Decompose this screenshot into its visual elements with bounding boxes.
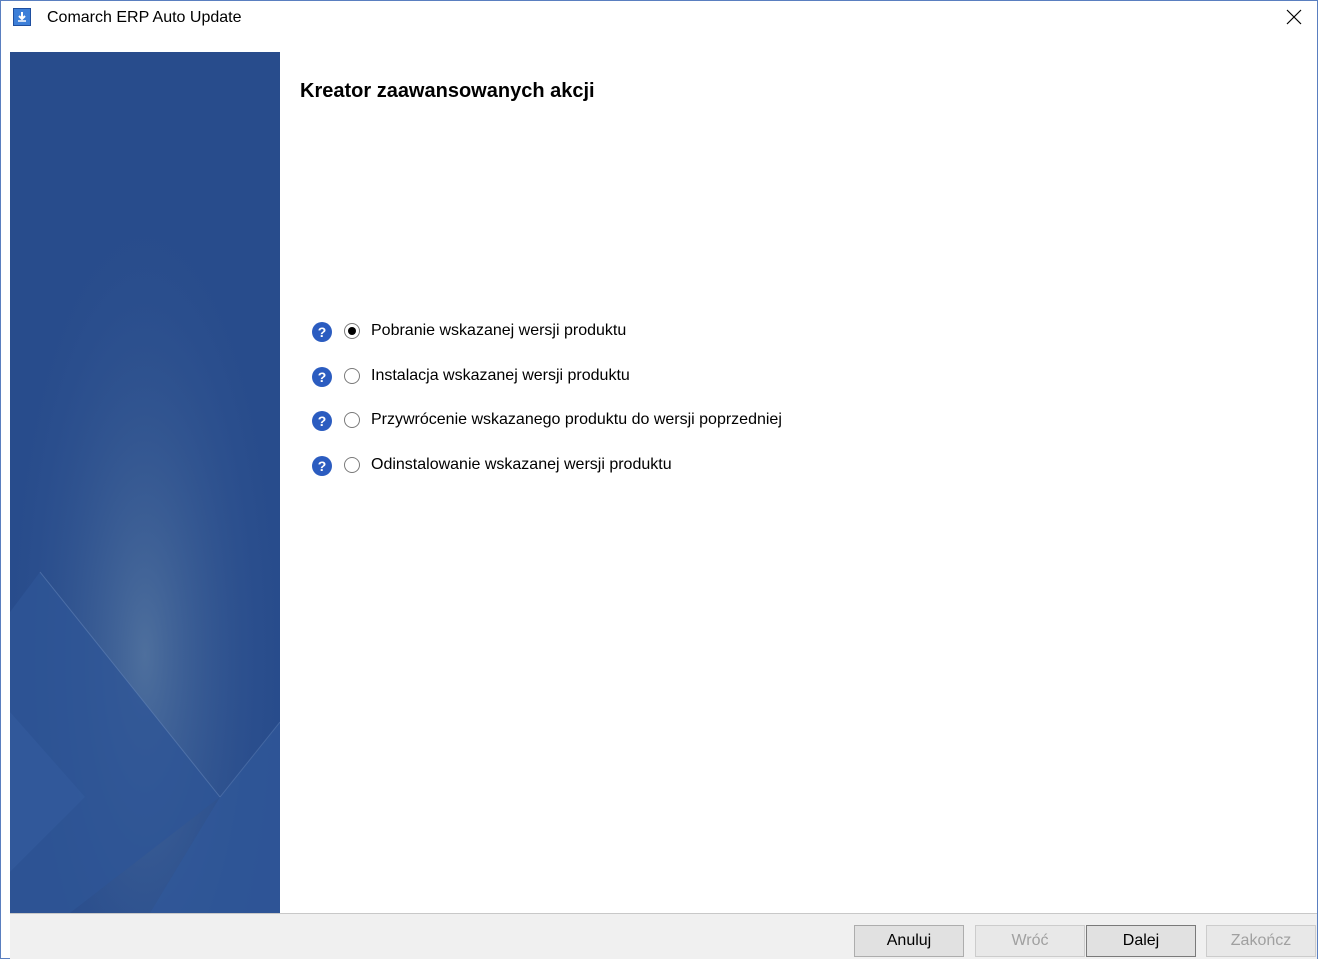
svg-text:?: ? [318, 413, 327, 429]
option-uninstall[interactable]: ? Odinstalowanie wskazanej wersji produk… [311, 453, 1011, 479]
svg-text:?: ? [318, 369, 327, 385]
help-icon[interactable]: ? [311, 366, 333, 388]
next-button[interactable]: Dalej [1086, 925, 1196, 957]
radio-download[interactable] [344, 323, 360, 339]
window-title: Comarch ERP Auto Update [47, 9, 242, 26]
wizard-sidebar-banner [10, 52, 280, 913]
radio-uninstall[interactable] [344, 457, 360, 473]
title-bar: Comarch ERP Auto Update [1, 1, 1317, 33]
close-button[interactable] [1271, 1, 1317, 33]
help-icon[interactable]: ? [311, 455, 333, 477]
app-download-icon [13, 8, 31, 26]
page-title: Kreator zaawansowanych akcji [300, 80, 595, 102]
option-download[interactable]: ? Pobranie wskazanej wersji produktu [311, 319, 1011, 345]
option-label: Przywrócenie wskazanego produktu do wers… [371, 411, 782, 428]
close-icon [1286, 9, 1302, 25]
radio-restore[interactable] [344, 412, 360, 428]
dialog-window: Comarch ERP Auto Update Kreator zaawanso… [0, 0, 1318, 959]
back-button[interactable]: Wróć [975, 925, 1085, 957]
cancel-button[interactable]: Anuluj [854, 925, 964, 957]
option-install[interactable]: ? Instalacja wskazanej wersji produktu [311, 364, 1011, 390]
option-restore[interactable]: ? Przywrócenie wskazanego produktu do we… [311, 408, 1011, 434]
help-icon[interactable]: ? [311, 321, 333, 343]
svg-text:?: ? [318, 324, 327, 340]
option-label: Pobranie wskazanej wersji produktu [371, 322, 627, 339]
option-label: Odinstalowanie wskazanej wersji produktu [371, 456, 672, 473]
wizard-content: Kreator zaawansowanych akcji ? Pobranie … [280, 52, 1317, 913]
option-label: Instalacja wskazanej wersji produktu [371, 367, 630, 384]
help-icon[interactable]: ? [311, 410, 333, 432]
radio-install[interactable] [344, 368, 360, 384]
button-bar: Anuluj Wróć Dalej Zakończ [10, 914, 1317, 959]
svg-text:?: ? [318, 458, 327, 474]
finish-button[interactable]: Zakończ [1206, 925, 1316, 957]
